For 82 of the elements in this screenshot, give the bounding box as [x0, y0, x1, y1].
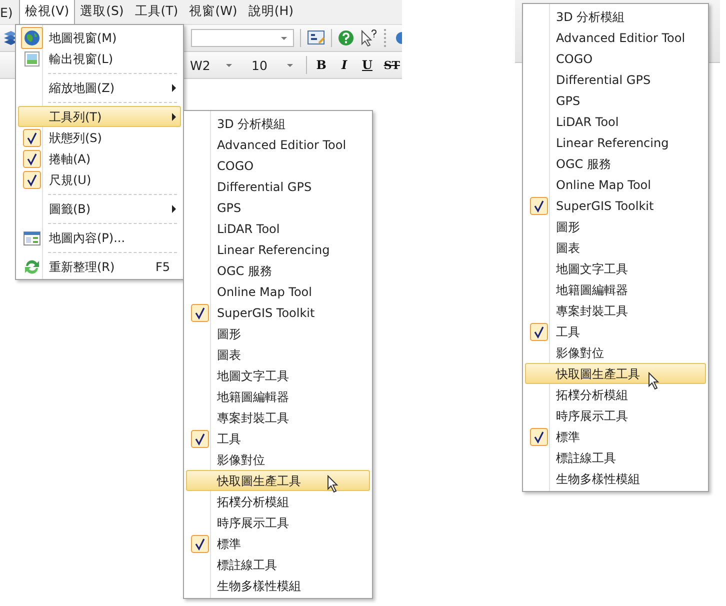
menu-bar-item[interactable]: E) — [0, 1, 19, 24]
menu-item[interactable]: Linear Referencing — [525, 132, 706, 153]
menu-item[interactable]: 圖形 — [525, 216, 706, 237]
pointer-help-icon[interactable] — [360, 29, 378, 47]
submenu-arrow-icon — [172, 84, 176, 92]
menu-item[interactable]: OGC 服務 — [525, 153, 706, 174]
menu-item[interactable]: 生物多樣性模組 — [525, 468, 706, 489]
menu-item[interactable]: COGO — [186, 155, 370, 176]
italic-button[interactable]: I — [336, 55, 353, 75]
pointer-icon — [648, 372, 660, 390]
font-dropdown[interactable]: W2 — [183, 56, 239, 74]
menu-item[interactable]: GPS — [186, 197, 370, 218]
menu-item[interactable]: 3D 分析模組 — [186, 113, 370, 134]
menu-item[interactable]: 重新整理(R) F5 — [18, 256, 181, 277]
menu-bar-item[interactable]: 視窗(W) — [184, 0, 244, 24]
menu-item[interactable]: 地籍圖編輯器 — [525, 279, 706, 300]
menu-item[interactable]: 標準 — [525, 426, 706, 447]
menu-item[interactable]: LiDAR Tool — [525, 111, 706, 132]
menu-item[interactable]: Linear Referencing — [186, 239, 370, 260]
menu-item[interactable]: 圖籤(B) — [18, 198, 181, 219]
menu-item[interactable]: Differential GPS — [186, 176, 370, 197]
menu-item[interactable]: Online Map Tool — [186, 281, 370, 302]
submenu-arrow-icon — [172, 112, 176, 120]
menu-item[interactable]: 標註線工具 — [186, 554, 370, 575]
menu-item[interactable]: 地圖內容(P)... — [18, 227, 181, 248]
menu-item[interactable]: LiDAR Tool — [186, 218, 370, 239]
menu-item[interactable]: GPS — [525, 90, 706, 111]
help-icon[interactable] — [338, 30, 354, 46]
menu-item[interactable]: 專案封裝工具 — [186, 407, 370, 428]
picture-icon — [23, 50, 41, 68]
menu-item[interactable]: 圖表 — [525, 237, 706, 258]
menu-item[interactable]: 標註線工具 — [525, 447, 706, 468]
menu-item[interactable]: 拓樸分析模組 — [186, 491, 370, 512]
font-name: W2 — [190, 58, 210, 72]
menu-bar-item[interactable]: 說明(H) — [243, 0, 300, 24]
menu-item[interactable]: 縮放地圖(Z) — [18, 77, 181, 98]
font-size-dropdown[interactable]: 10 — [244, 56, 300, 74]
menu-item[interactable]: 3D 分析模組 — [525, 6, 706, 27]
menu-item[interactable]: 尺規(U) — [18, 169, 181, 190]
refresh-icon — [23, 258, 41, 276]
menu-item[interactable]: Differential GPS — [525, 69, 706, 90]
menu-item[interactable]: 影像對位 — [525, 342, 706, 363]
menu-item[interactable]: 圖表 — [186, 344, 370, 365]
caret-icon[interactable] — [287, 64, 294, 66]
menu-item[interactable]: 時序展示工具 — [186, 512, 370, 533]
menu-item[interactable]: 標準 — [186, 533, 370, 554]
menu-item[interactable]: 捲軸(A) — [18, 148, 181, 169]
menu-item[interactable]: 輸出視窗(L) — [18, 48, 181, 69]
menu-item[interactable]: 狀態列(S) — [18, 127, 181, 148]
menu-bar-item[interactable]: 選取(S) — [75, 0, 130, 24]
submenu-arrow-icon — [172, 204, 176, 212]
menu-item[interactable]: SuperGIS Toolkit — [525, 195, 706, 216]
menu-item[interactable]: 地圖文字工具 — [525, 258, 706, 279]
menu-item[interactable]: 快取圖生產工具 — [186, 470, 370, 491]
menu-item[interactable]: 影像對位 — [186, 449, 370, 470]
menu-item[interactable]: SuperGIS Toolkit — [186, 302, 370, 323]
menu-item[interactable]: Online Map Tool — [525, 174, 706, 195]
menu-item[interactable]: Advanced Editior Tool — [525, 27, 706, 48]
menu-item[interactable]: 專案封裝工具 — [525, 300, 706, 321]
table-icon — [23, 228, 41, 246]
caret-icon[interactable] — [226, 64, 232, 66]
menu-item[interactable]: 地圖文字工具 — [186, 365, 370, 386]
menu-item[interactable]: 工具 — [186, 428, 370, 449]
menu-item[interactable]: COGO — [525, 48, 706, 69]
menu-item[interactable]: 拓樸分析模組 — [525, 384, 706, 405]
menu-item[interactable]: 工具列(T) — [18, 106, 181, 127]
pointer-icon — [327, 475, 339, 493]
font-size: 10 — [252, 58, 268, 72]
menu-item[interactable]: 生物多樣性模組 — [186, 575, 370, 596]
strikethrough-button[interactable]: ST — [382, 55, 402, 75]
menu-bar-item[interactable]: 檢視(V) — [18, 0, 76, 24]
menu-item[interactable]: Advanced Editior Tool — [186, 134, 370, 155]
caret-icon[interactable] — [281, 36, 288, 40]
bold-button[interactable]: B — [312, 55, 330, 75]
menu-item[interactable]: 圖形 — [186, 323, 370, 344]
underline-button[interactable]: U — [358, 55, 376, 75]
menu-item[interactable]: 時序展示工具 — [525, 405, 706, 426]
menu-item[interactable]: OGC 服務 — [186, 260, 370, 281]
menu-bar-item[interactable]: 工具(T) — [130, 0, 184, 24]
menu-item[interactable]: 工具 — [525, 321, 706, 342]
shortcut-text: F5 — [155, 258, 170, 276]
menu-item[interactable]: 地籍圖編輯器 — [186, 386, 370, 407]
